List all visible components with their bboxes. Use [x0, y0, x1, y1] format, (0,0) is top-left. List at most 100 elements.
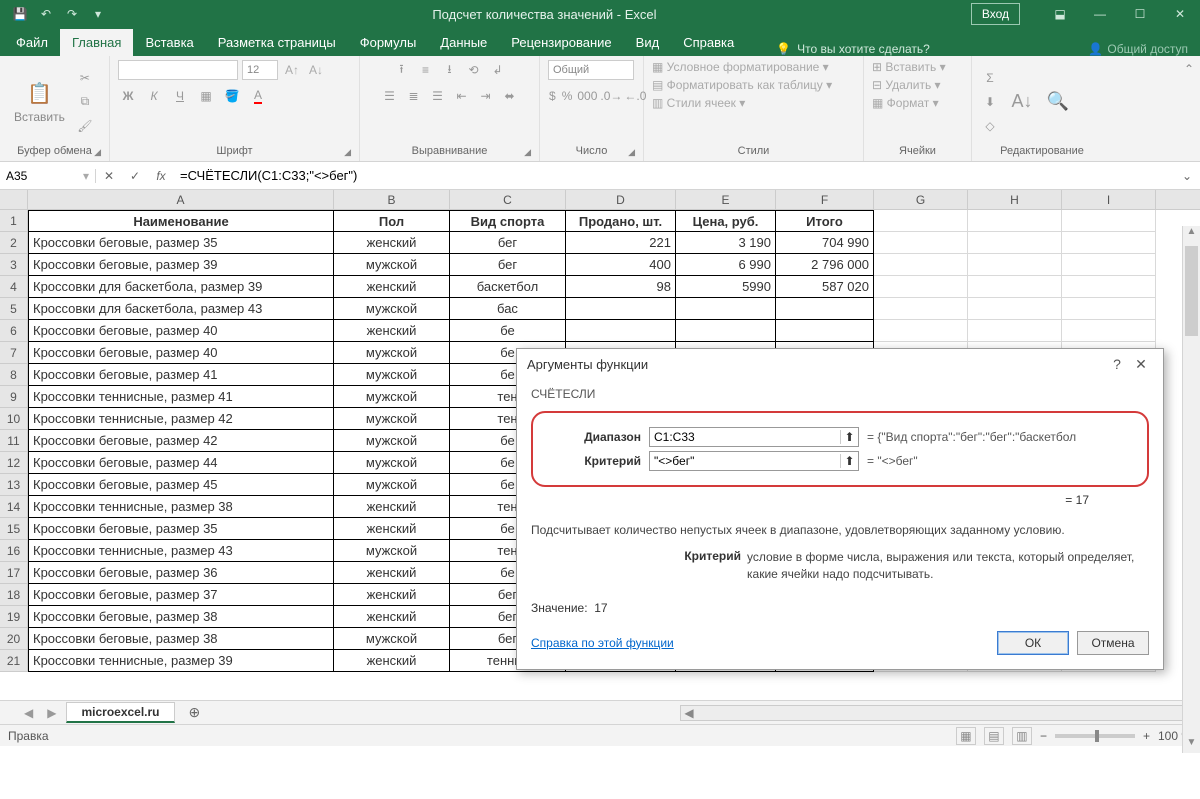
cell[interactable]: 3 190 [676, 232, 776, 254]
cell[interactable]: Кроссовки беговые, размер 37 [28, 584, 334, 606]
row-header[interactable]: 14 [0, 496, 28, 518]
cell[interactable]: женский [334, 606, 450, 628]
cell[interactable] [776, 298, 874, 320]
column-header[interactable]: A [28, 190, 334, 209]
delete-cells-button[interactable]: ⊟ Удалить ▾ [872, 78, 963, 92]
cell[interactable]: 587 020 [776, 276, 874, 298]
cell[interactable]: Кроссовки беговые, размер 40 [28, 342, 334, 364]
cell[interactable]: Кроссовки беговые, размер 39 [28, 254, 334, 276]
row-header[interactable]: 6 [0, 320, 28, 342]
cell[interactable] [1062, 276, 1156, 298]
dialog-close-icon[interactable]: ✕ [1129, 356, 1153, 373]
sheet-nav-prev-icon[interactable]: ◀ [20, 706, 37, 720]
cell[interactable] [874, 254, 968, 276]
tab-help[interactable]: Справка [671, 29, 746, 56]
tab-formulas[interactable]: Формулы [348, 29, 429, 56]
arg2-input[interactable] [650, 454, 840, 468]
cell[interactable]: бе [450, 320, 566, 342]
shrink-font-icon[interactable]: A↓ [306, 60, 326, 80]
scroll-up-icon[interactable]: ▲ [1183, 226, 1200, 242]
cell[interactable]: бег [450, 254, 566, 276]
cell[interactable]: мужской [334, 452, 450, 474]
cell[interactable]: мужской [334, 298, 450, 320]
font-color-icon[interactable]: А [248, 86, 268, 106]
tab-review[interactable]: Рецензирование [499, 29, 623, 56]
cell[interactable] [874, 232, 968, 254]
clear-icon[interactable]: ◇ [980, 116, 1000, 136]
merge-icon[interactable]: ⬌ [500, 86, 520, 106]
zoom-slider[interactable] [1055, 734, 1135, 738]
indent-dec-icon[interactable]: ⇤ [452, 86, 472, 106]
cell[interactable] [968, 210, 1062, 232]
grow-font-icon[interactable]: A↑ [282, 60, 302, 80]
align-top-icon[interactable]: ⭱ [392, 60, 412, 80]
maximize-icon[interactable]: ☐ [1120, 0, 1160, 28]
row-header[interactable]: 10 [0, 408, 28, 430]
cell[interactable]: Кроссовки беговые, размер 38 [28, 606, 334, 628]
cell[interactable]: мужской [334, 540, 450, 562]
cell[interactable]: Кроссовки беговые, размер 35 [28, 518, 334, 540]
function-help-link[interactable]: Справка по этой функции [531, 636, 674, 650]
name-box-input[interactable] [6, 169, 66, 183]
expand-formula-icon[interactable]: ⌄ [1174, 169, 1200, 183]
column-header[interactable]: I [1062, 190, 1156, 209]
save-icon[interactable]: 💾 [8, 3, 32, 25]
cell[interactable]: мужской [334, 342, 450, 364]
formula-input[interactable] [174, 168, 1174, 183]
find-icon[interactable]: 🔍 [1044, 88, 1072, 116]
cell[interactable]: Кроссовки теннисные, размер 38 [28, 496, 334, 518]
cell[interactable]: Кроссовки теннисные, размер 41 [28, 386, 334, 408]
arg1-input[interactable] [650, 430, 840, 444]
cell[interactable] [1062, 210, 1156, 232]
cell[interactable]: Вид спорта [450, 210, 566, 232]
cell[interactable]: Кроссовки беговые, размер 45 [28, 474, 334, 496]
page-layout-view-icon[interactable]: ▤ [984, 727, 1004, 745]
cell[interactable]: 98 [566, 276, 676, 298]
border-icon[interactable]: ▦ [196, 86, 216, 106]
normal-view-icon[interactable]: ▦ [956, 727, 976, 745]
cell[interactable]: 400 [566, 254, 676, 276]
cell[interactable]: женский [334, 584, 450, 606]
dialog-launcher-icon[interactable]: ◢ [628, 147, 635, 158]
tab-layout[interactable]: Разметка страницы [206, 29, 348, 56]
cell[interactable]: женский [334, 562, 450, 584]
cell[interactable]: Кроссовки беговые, размер 40 [28, 320, 334, 342]
orientation-icon[interactable]: ⟲ [464, 60, 484, 80]
cell[interactable]: баскетбол [450, 276, 566, 298]
conditional-formatting-button[interactable]: ▦ Условное форматирование ▾ [652, 60, 855, 74]
cell[interactable]: мужской [334, 408, 450, 430]
wrap-text-icon[interactable]: ↲ [488, 60, 508, 80]
chevron-down-icon[interactable]: ▾ [83, 169, 89, 183]
row-header[interactable]: 16 [0, 540, 28, 562]
align-center-icon[interactable]: ≣ [404, 86, 424, 106]
inc-decimal-icon[interactable]: .0→ [601, 86, 621, 106]
format-painter-icon[interactable]: 🖌 [75, 116, 95, 136]
row-header[interactable]: 19 [0, 606, 28, 628]
cell[interactable] [874, 276, 968, 298]
row-header[interactable]: 4 [0, 276, 28, 298]
add-sheet-icon[interactable]: ⊕ [181, 704, 209, 721]
name-box[interactable]: ▾ [0, 169, 96, 183]
cell[interactable]: мужской [334, 364, 450, 386]
cell[interactable]: женский [334, 320, 450, 342]
font-size-input[interactable] [242, 60, 278, 80]
cell[interactable]: Кроссовки беговые, размер 44 [28, 452, 334, 474]
minimize-icon[interactable]: — [1080, 0, 1120, 28]
cell[interactable]: Кроссовки беговые, размер 41 [28, 364, 334, 386]
cell[interactable]: женский [334, 232, 450, 254]
dialog-launcher-icon[interactable]: ◢ [94, 147, 101, 158]
ok-button[interactable]: ОК [997, 631, 1069, 655]
align-left-icon[interactable]: ☰ [380, 86, 400, 106]
ribbon-options-icon[interactable]: ⬓ [1040, 0, 1080, 28]
cell[interactable] [968, 232, 1062, 254]
scroll-down-icon[interactable]: ▼ [1183, 737, 1200, 753]
cell[interactable]: 5990 [676, 276, 776, 298]
zoom-in-icon[interactable]: + [1143, 729, 1150, 743]
row-header[interactable]: 18 [0, 584, 28, 606]
range-select-icon[interactable]: ⬆ [840, 454, 858, 468]
cell[interactable]: Кроссовки беговые, размер 35 [28, 232, 334, 254]
tab-file[interactable]: Файл [4, 29, 60, 56]
cell[interactable]: Кроссовки беговые, размер 36 [28, 562, 334, 584]
row-header[interactable]: 17 [0, 562, 28, 584]
row-header[interactable]: 20 [0, 628, 28, 650]
